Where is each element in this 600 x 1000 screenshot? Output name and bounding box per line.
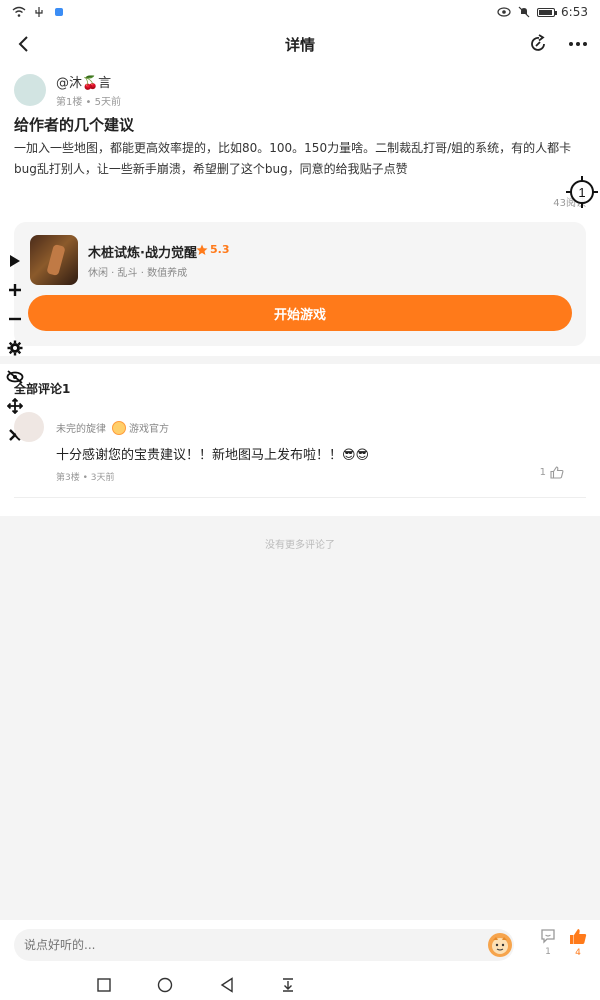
svg-text:1: 1 xyxy=(578,185,585,200)
game-name: 木桩试炼·战力觉醒 xyxy=(88,246,197,261)
emoji-face-icon xyxy=(492,937,508,954)
game-rating: 5.3 xyxy=(196,243,230,256)
avatar[interactable] xyxy=(14,74,46,106)
recents-button[interactable] xyxy=(94,975,114,995)
reply-count-button[interactable]: 1 xyxy=(536,928,560,957)
square-icon xyxy=(97,978,111,992)
status-bar: 6:53 xyxy=(0,0,600,24)
play-tool-button[interactable] xyxy=(4,246,26,275)
no-more-comments: 没有更多评论了 xyxy=(265,540,335,551)
settings-tool-button[interactable] xyxy=(4,333,26,362)
commenter-name[interactable]: 未完的旋律 xyxy=(56,420,106,435)
post-author[interactable]: @沐🍒言 第1楼 • 5天前 xyxy=(14,72,121,108)
play-icon xyxy=(10,254,20,267)
official-badge-icon xyxy=(112,420,126,435)
usb-icon xyxy=(32,5,46,19)
post-like-count: 4 xyxy=(575,948,581,958)
mute-bell-icon xyxy=(517,5,531,19)
page-title: 详情 xyxy=(284,35,315,54)
comment-item: 未完的旋律 游戏官方 十分感谢您的宝贵建议！！新地图马上发布啦！！😎😎 第3楼 … xyxy=(14,412,586,498)
notification-pulldown-button[interactable] xyxy=(278,975,298,995)
thumbs-up-icon xyxy=(550,466,564,479)
post-meta: 第1楼 • 5天前 xyxy=(56,97,121,108)
more-button[interactable] xyxy=(564,30,592,58)
thumbs-up-filled-icon xyxy=(570,929,587,944)
header: 详情 xyxy=(0,24,600,64)
comment-like-button[interactable]: 1 xyxy=(540,466,564,479)
nav-back-button[interactable] xyxy=(217,975,237,995)
star-icon xyxy=(196,244,208,255)
official-badge: 游戏官方 xyxy=(112,420,169,435)
pulldown-icon xyxy=(283,978,293,992)
commenter-info: 未完的旋律 游戏官方 xyxy=(56,420,169,435)
comment-like-count: 1 xyxy=(539,467,546,478)
comment-meta: 第3楼 • 3天前 xyxy=(56,473,115,483)
status-time: 6:53 xyxy=(561,5,588,19)
battery-fill xyxy=(539,9,553,15)
empty-area xyxy=(0,516,600,920)
share-button[interactable] xyxy=(524,30,552,58)
more-dots-icon xyxy=(569,42,587,46)
plus-icon xyxy=(9,283,21,296)
reply-count: 1 xyxy=(545,947,551,957)
author-info: @沐🍒言 第1楼 • 5天前 xyxy=(56,72,121,108)
game-card[interactable]: 木桩试炼·战力觉醒 5.3 休闲 · 乱斗 · 数值养成 开始游戏 xyxy=(14,222,586,346)
commenter-avatar[interactable] xyxy=(14,412,44,442)
post-title: 给作者的几个建议 xyxy=(14,116,135,134)
back-arrow-icon xyxy=(18,36,28,52)
post-like-button[interactable]: 4 xyxy=(566,928,590,958)
author-name[interactable]: @沐🍒言 xyxy=(56,72,121,91)
emoji-button[interactable] xyxy=(488,933,512,957)
status-right: 6:53 xyxy=(497,5,588,19)
comment-text: 十分感谢您的宝贵建议！！新地图马上发布啦！！😎😎 xyxy=(56,448,370,463)
official-badge-label: 游戏官方 xyxy=(129,424,169,435)
post-body: 一加入一些地图，都能更高效率提的，比如80。100。150力量啥。二制裁乱打哥/… xyxy=(14,141,572,176)
section-divider xyxy=(0,356,600,364)
home-button[interactable] xyxy=(155,975,175,995)
app-notification-icon xyxy=(52,5,66,19)
start-game-button[interactable]: 开始游戏 xyxy=(28,295,572,331)
comment-input[interactable] xyxy=(14,929,514,961)
game-tags: 休闲 · 乱斗 · 数值养成 xyxy=(88,268,188,279)
status-left xyxy=(12,5,66,19)
circle-icon xyxy=(157,977,173,993)
triangle-back-icon xyxy=(220,977,233,993)
zoom-in-tool-button[interactable] xyxy=(4,275,26,304)
share-icon xyxy=(531,34,545,51)
comment-icon xyxy=(541,929,555,944)
minus-icon xyxy=(9,317,21,320)
bottom-bar: 1 4 xyxy=(0,920,600,970)
crosshair-icon: 1 xyxy=(566,176,598,208)
eye-icon xyxy=(497,5,511,19)
gear-icon xyxy=(7,340,23,355)
rating-value: 5.3 xyxy=(210,243,230,256)
comments-heading: 全部评论1 xyxy=(14,382,71,396)
wifi-icon xyxy=(12,5,26,19)
game-thumbnail[interactable] xyxy=(30,235,78,285)
system-nav-bar xyxy=(0,970,600,1000)
zoom-out-tool-button[interactable] xyxy=(4,304,26,333)
back-button[interactable] xyxy=(10,30,38,58)
battery-icon xyxy=(537,7,558,17)
